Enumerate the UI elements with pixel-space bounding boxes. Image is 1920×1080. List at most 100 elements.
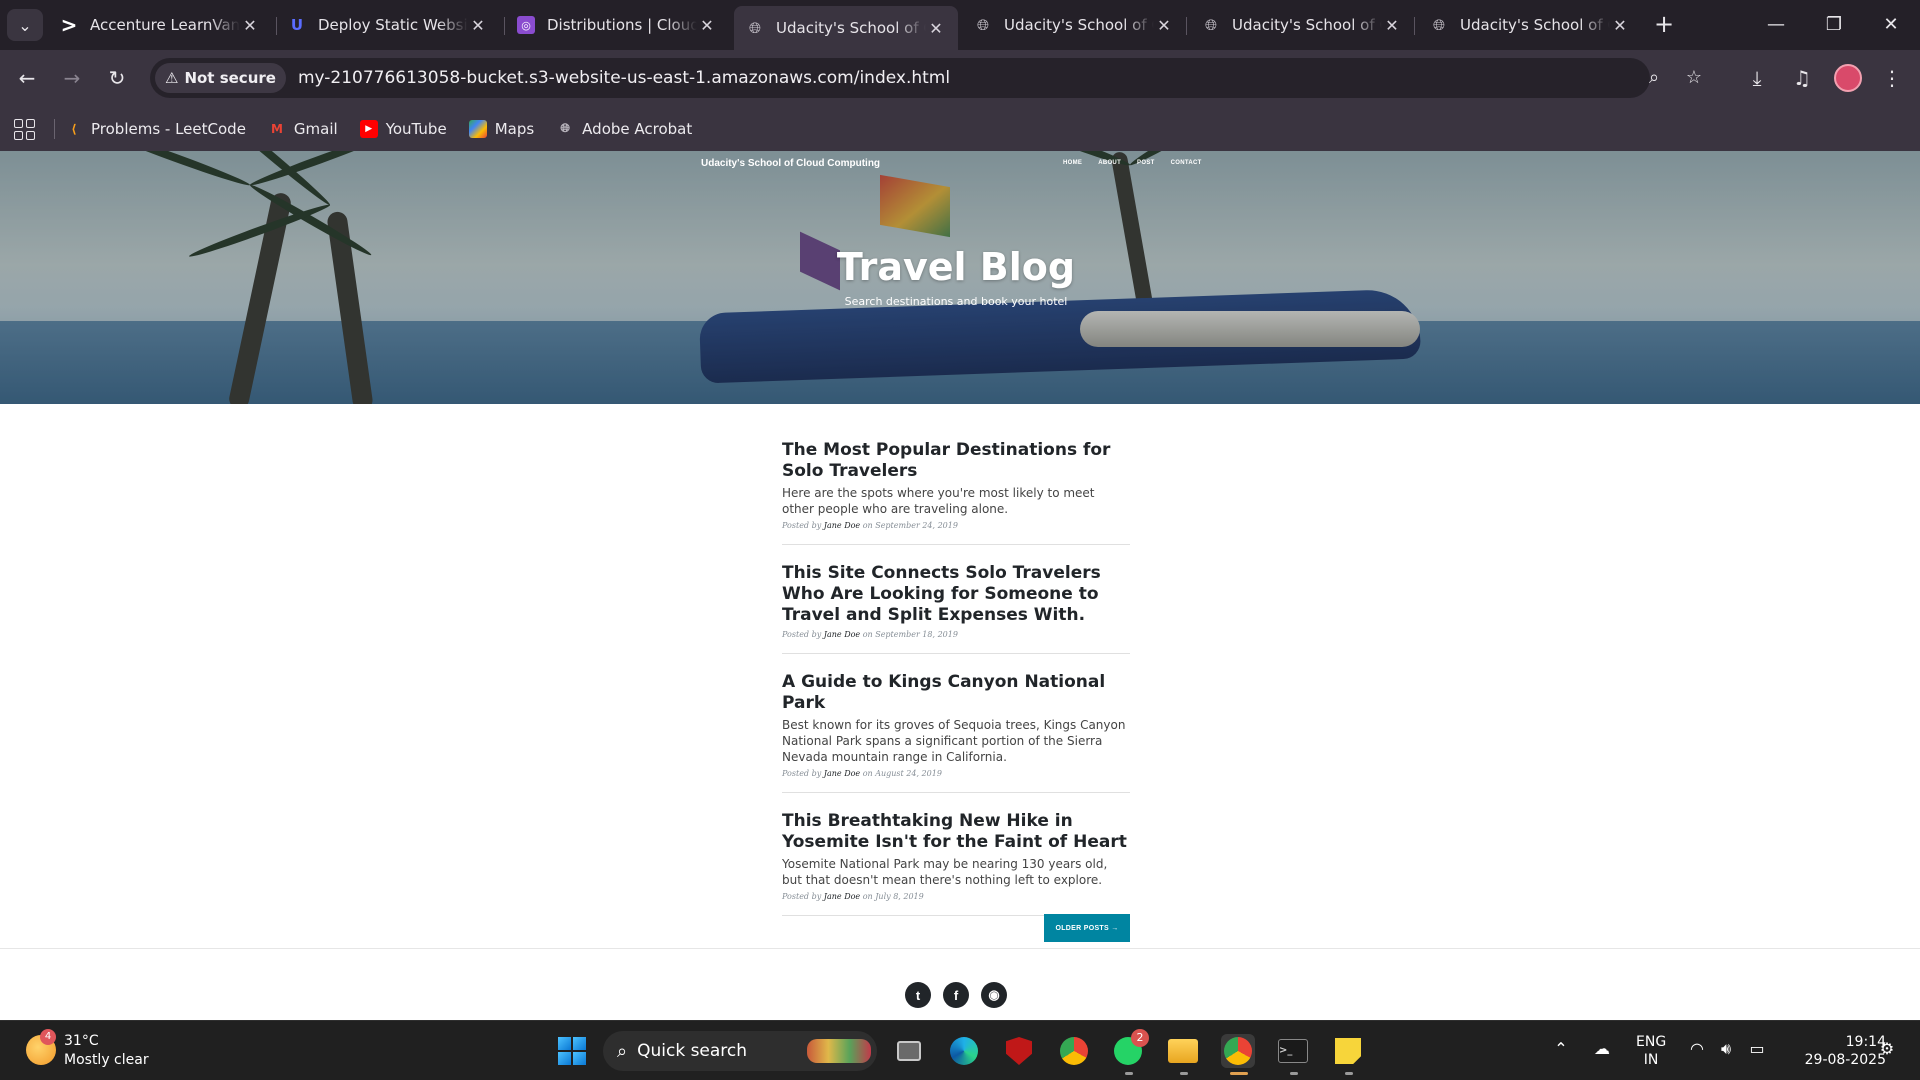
post-preview[interactable]: This Breathtaking New Hike in Yosemite I…: [782, 811, 1130, 916]
running-indicator: [1345, 1072, 1353, 1075]
site-brand[interactable]: Udacity's School of Cloud Computing: [701, 158, 880, 169]
leetcode-icon: ⟨: [71, 121, 77, 136]
post-preview[interactable]: This Site Connects Solo Travelers Who Ar…: [782, 563, 1130, 654]
start-button[interactable]: [558, 1037, 586, 1065]
tab-active[interactable]: 🌐︎ Udacity's School of Cloud Computing ✕: [734, 6, 958, 50]
close-icon[interactable]: ✕: [1154, 16, 1174, 35]
bookmarks-bar: ⟨ Problems - LeetCode M Gmail ▶ YouTube …: [0, 106, 1920, 151]
bookmark-maps[interactable]: Maps: [468, 119, 534, 138]
gmail-icon: M: [270, 121, 283, 136]
bookmark-leetcode[interactable]: ⟨ Problems - LeetCode: [65, 120, 246, 138]
post-title[interactable]: A Guide to Kings Canyon National Park: [782, 672, 1130, 714]
udacity-icon: U: [290, 16, 304, 34]
close-icon[interactable]: ✕: [1382, 16, 1402, 35]
search-icon: ⌕: [617, 1040, 628, 1062]
globe-icon: 🌐︎: [976, 16, 989, 34]
menu-icon[interactable]: ⋮: [1878, 64, 1906, 92]
close-icon[interactable]: ✕: [468, 16, 488, 35]
bookmark-label: Adobe Acrobat: [582, 119, 693, 138]
tab-search-button[interactable]: ⌄: [7, 9, 43, 41]
nav-home[interactable]: HOME: [1063, 160, 1082, 166]
twitter-icon[interactable]: t: [905, 982, 931, 1008]
reload-button[interactable]: ↻: [101, 62, 133, 94]
post-title[interactable]: The Most Popular Destinations for Solo T…: [782, 440, 1130, 482]
older-posts-button[interactable]: OLDER POSTS →: [1044, 914, 1130, 942]
taskbar-search[interactable]: ⌕ Quick search: [603, 1031, 877, 1071]
notifications-icon[interactable]: ⚙: [1875, 1039, 1899, 1058]
tab[interactable]: 🌐︎ Udacity's School of Cloud Computing ✕: [1190, 8, 1414, 42]
onedrive-icon[interactable]: ☁: [1590, 1039, 1614, 1058]
terminal-icon[interactable]: >_: [1276, 1034, 1310, 1068]
new-tab-button[interactable]: +: [1650, 10, 1678, 38]
nav-contact[interactable]: CONTACT: [1171, 160, 1202, 166]
close-icon[interactable]: ✕: [697, 16, 717, 35]
file-explorer-icon[interactable]: [1166, 1034, 1200, 1068]
bookmark-label: Gmail: [293, 119, 338, 138]
post-preview[interactable]: The Most Popular Destinations for Solo T…: [782, 440, 1130, 545]
tab[interactable]: 🌐︎ Udacity's School of Cloud Computing ✕: [1418, 8, 1642, 42]
facebook-icon[interactable]: f: [943, 982, 969, 1008]
close-icon[interactable]: ✕: [926, 19, 946, 38]
battery-icon[interactable]: ▭: [1745, 1039, 1769, 1058]
post-author[interactable]: Jane Doe: [824, 521, 860, 530]
chrome-profile-icon[interactable]: [1221, 1034, 1255, 1068]
taskbar: 4 31°C Mostly clear ⌕ Quick search 2 >_ …: [0, 1020, 1920, 1080]
volume-icon[interactable]: 🔊︎: [1714, 1039, 1738, 1059]
tab[interactable]: U Deploy Static Website ✕: [276, 8, 500, 42]
media-controls-icon[interactable]: ♫: [1788, 64, 1816, 92]
tab-title: Udacity's School of Cloud Computing: [776, 19, 926, 37]
apps-icon[interactable]: [12, 117, 36, 141]
tab[interactable]: ◎ Distributions | CloudFront ✕: [505, 8, 729, 42]
post-list: The Most Popular Destinations for Solo T…: [782, 440, 1130, 934]
post-author[interactable]: Jane Doe: [824, 892, 860, 901]
tab[interactable]: 🌐︎ Udacity's School of Cloud Computing ✕: [962, 8, 1186, 42]
post-meta: Posted by Jane Doe on September 18, 2019: [782, 630, 1130, 639]
bookmark-star-icon[interactable]: ☆: [1682, 66, 1706, 90]
chevron-down-icon: ⌄: [18, 15, 32, 35]
mcafee-icon[interactable]: [1002, 1034, 1036, 1068]
post-preview[interactable]: A Guide to Kings Canyon National Park Be…: [782, 672, 1130, 793]
download-icon[interactable]: ⤓: [1743, 64, 1771, 92]
tab-title: Accenture LearnVantage: [90, 16, 240, 34]
nav-about[interactable]: ABOUT: [1098, 160, 1121, 166]
minimize-button[interactable]: —: [1754, 8, 1798, 42]
site-nav: HOME ABOUT POST CONTACT: [1063, 160, 1202, 166]
forward-button[interactable]: →: [56, 62, 88, 94]
restore-button[interactable]: ❐: [1812, 8, 1856, 42]
post-title[interactable]: This Site Connects Solo Travelers Who Ar…: [782, 563, 1130, 626]
weather-temperature[interactable]: 31°C: [64, 1033, 99, 1049]
avatar[interactable]: [1834, 64, 1862, 92]
close-window-button[interactable]: ✕: [1869, 8, 1913, 42]
clock[interactable]: 19:14 29-08-2025: [1786, 1033, 1886, 1069]
address-bar[interactable]: ⚠ Not secure my-210776613058-bucket.s3-w…: [150, 58, 1702, 98]
post-title[interactable]: This Breathtaking New Hike in Yosemite I…: [782, 811, 1130, 853]
post-author[interactable]: Jane Doe: [824, 769, 860, 778]
post-meta-prefix: Posted by: [782, 521, 822, 530]
post-date: on July 8, 2019: [862, 892, 924, 901]
close-icon[interactable]: ✕: [1610, 16, 1630, 35]
zoom-icon[interactable]: ⌕: [1642, 66, 1666, 90]
wifi-icon[interactable]: ◠: [1685, 1039, 1709, 1058]
tab[interactable]: > Accenture LearnVantage ✕: [48, 8, 272, 42]
search-placeholder: Quick search: [637, 1041, 748, 1061]
bookmark-gmail[interactable]: M Gmail: [268, 120, 338, 138]
task-view-icon[interactable]: [892, 1034, 926, 1068]
post-author[interactable]: Jane Doe: [824, 630, 860, 639]
bookmark-youtube[interactable]: ▶ YouTube: [359, 119, 447, 138]
web-page: Udacity's School of Cloud Computing HOME…: [0, 151, 1920, 1020]
nav-post[interactable]: POST: [1137, 160, 1155, 166]
chrome-icon[interactable]: [1057, 1034, 1091, 1068]
language-indicator[interactable]: ENG IN: [1636, 1033, 1666, 1069]
sticky-notes-icon[interactable]: [1331, 1034, 1365, 1068]
url-text[interactable]: my-210776613058-bucket.s3-website-us-eas…: [298, 68, 950, 88]
bookmark-adobe-acrobat[interactable]: 🌐︎ Adobe Acrobat: [556, 120, 692, 138]
edge-icon[interactable]: [947, 1034, 981, 1068]
github-icon[interactable]: ◉: [981, 982, 1007, 1008]
back-button[interactable]: ←: [11, 62, 43, 94]
page-title: Travel Blog: [836, 245, 1076, 289]
post-subtitle: Best known for its groves of Sequoia tre…: [782, 718, 1126, 764]
weather-description[interactable]: Mostly clear: [64, 1052, 149, 1068]
chevron-up-icon[interactable]: ⌃: [1549, 1039, 1573, 1058]
site-info-chip[interactable]: ⚠ Not secure: [155, 63, 286, 93]
close-icon[interactable]: ✕: [240, 16, 260, 35]
